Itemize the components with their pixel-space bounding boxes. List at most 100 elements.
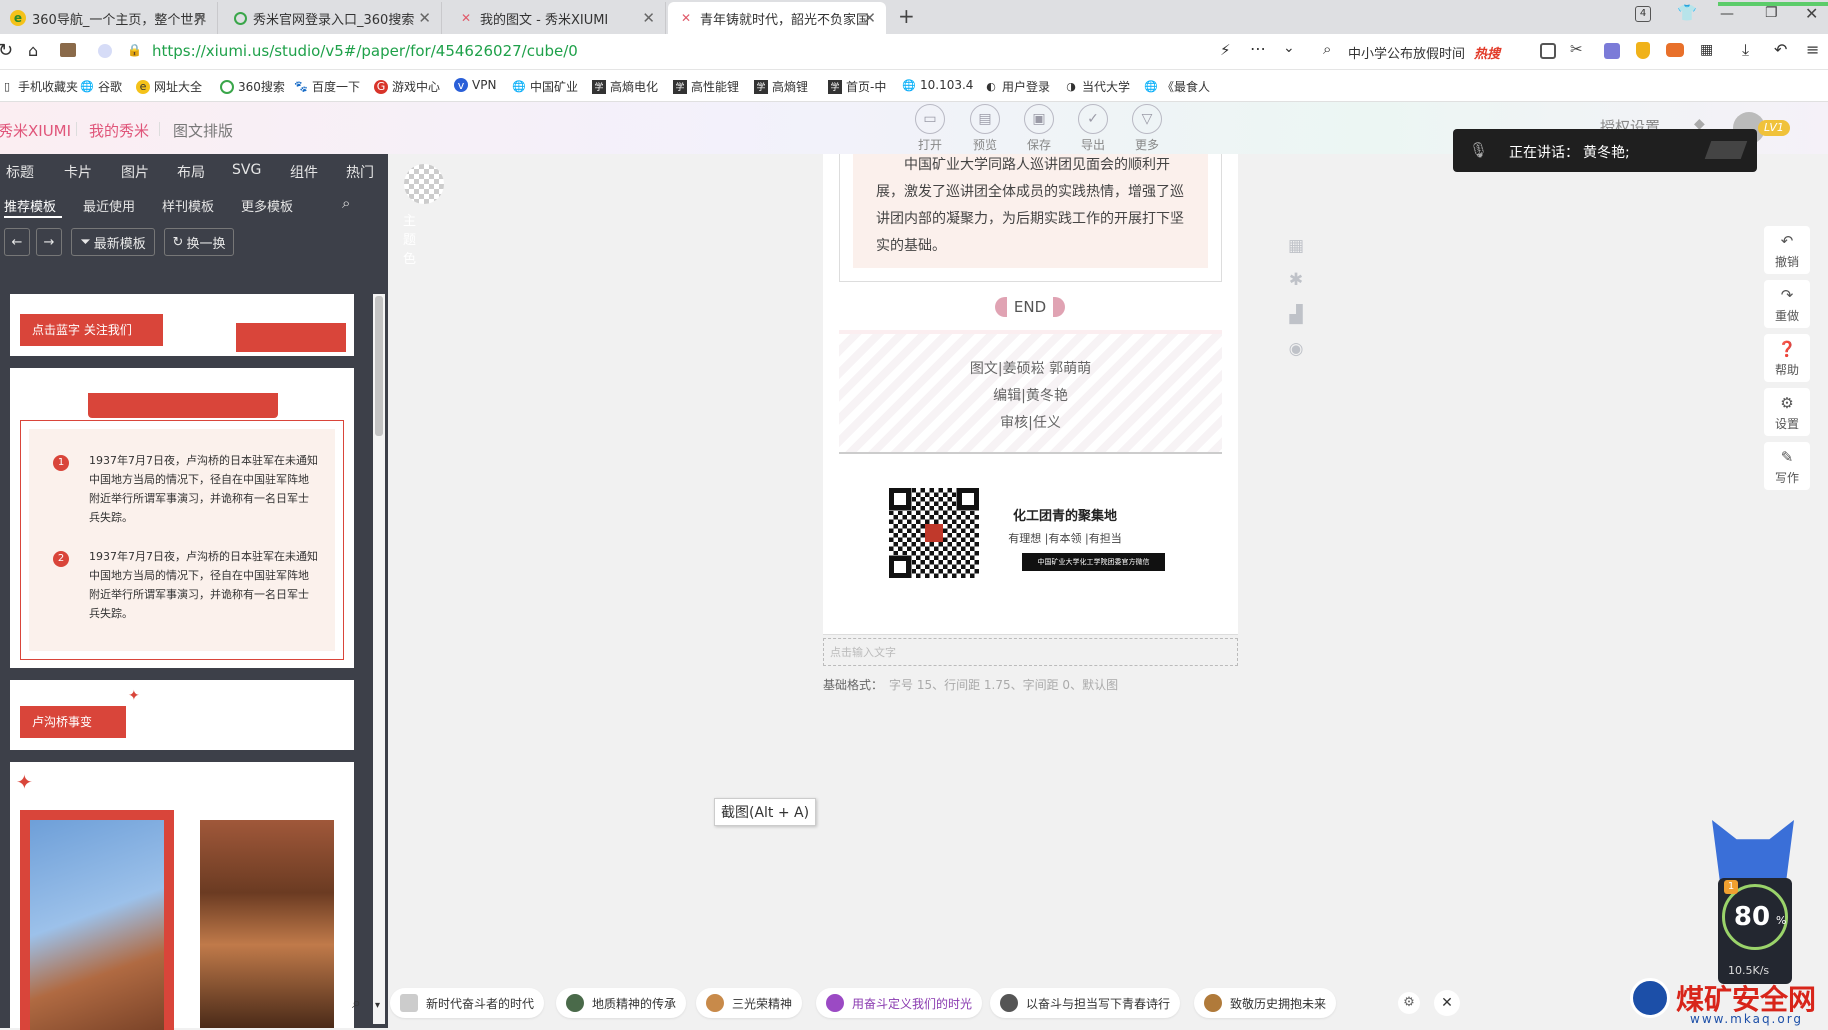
shirt-icon[interactable]: 👕 <box>1677 3 1697 22</box>
bar-chart-icon[interactable]: ▟ <box>1286 305 1306 325</box>
template-card-timeline[interactable]: 1 1937年7月7日夜，卢沟桥的日本驻军在未通知中国地方当局的情况下，径自在中… <box>10 368 354 668</box>
lightning-icon[interactable]: ⚡ <box>1220 41 1231 59</box>
preview-tool[interactable]: ▤ 预览 <box>963 104 1007 154</box>
bookmark-item[interactable]: 🌐 谷歌 <box>80 78 122 95</box>
browser-tab-1[interactable]: 秀米官网登录入口_360搜索 ✕ <box>224 2 442 34</box>
suggestion-chip[interactable]: 以奋斗与担当写下青春诗行 <box>990 988 1181 1018</box>
bookmark-item[interactable]: 🌐 《最食人 <box>1144 78 1210 95</box>
template-card-images[interactable]: ✦ <box>10 762 354 1030</box>
gear-icon[interactable]: ✱ <box>1286 270 1306 290</box>
suggestion-chip[interactable]: 三光荣精神 <box>696 988 803 1018</box>
category-layout[interactable]: 布局 <box>177 162 205 182</box>
close-tab-icon[interactable]: ✕ <box>642 9 655 27</box>
bookmark-item[interactable]: 学高性能锂 <box>673 78 739 95</box>
bookmark-item[interactable]: 学高熵电化 <box>592 78 658 95</box>
bookmark-item[interactable]: 🌐 中国矿业 <box>512 78 578 95</box>
reader-icon[interactable] <box>1540 43 1556 59</box>
bookmark-item[interactable]: G 游戏中心 <box>374 78 440 95</box>
eye-icon[interactable]: ◉ <box>1286 339 1306 359</box>
subtab-more[interactable]: 更多模板 <box>241 196 293 215</box>
wallet-icon[interactable] <box>60 43 76 57</box>
mascot-icon[interactable] <box>1712 820 1794 884</box>
category-component[interactable]: 组件 <box>290 162 318 182</box>
category-card[interactable]: 卡片 <box>64 162 92 182</box>
brand-logo[interactable]: 秀米XIUMI <box>0 120 71 141</box>
credit-line[interactable]: 审核|任义 <box>839 412 1222 432</box>
category-image[interactable]: 图片 <box>121 162 149 182</box>
minimize-icon[interactable]: — <box>1720 6 1734 22</box>
template-card-section[interactable]: 卢沟桥事变 ✦ <box>10 680 354 750</box>
nav-layout[interactable]: 图文排版 <box>173 120 233 141</box>
close-tab-icon[interactable]: ✕ <box>863 9 876 27</box>
subtab-recommended[interactable]: 推荐模板 <box>4 196 56 215</box>
apps-grid-icon[interactable]: ▦ <box>1700 42 1713 58</box>
new-tab-icon[interactable]: + <box>898 4 915 28</box>
bookmark-item[interactable]: e 网址大全 <box>136 78 202 95</box>
prev-button[interactable]: ← <box>4 228 30 256</box>
credit-line[interactable]: 编辑|黄冬艳 <box>839 385 1222 405</box>
browser-tab-2[interactable]: ✕ 我的图文 - 秀米XIUMI ✕ <box>448 2 666 34</box>
open-tool[interactable]: ▭ 打开 <box>908 104 952 154</box>
category-hot[interactable]: 热门 <box>346 162 374 182</box>
shield-icon[interactable] <box>1636 42 1650 59</box>
tab-count-badge[interactable]: 4 <box>1635 6 1651 22</box>
browser-tab-3[interactable]: ✕ 青年铸就时代，韶光不负家国 ✕ <box>668 2 886 34</box>
close-icon[interactable]: ✕ <box>1434 990 1460 1016</box>
article-paragraph[interactable]: 中国矿业大学同路人巡讲团见面会的顺利开展，激发了巡讲团全体成员的实践热情，增强了… <box>876 152 1192 260</box>
bookmark-item[interactable]: ◑ 当代大学 <box>1064 78 1130 95</box>
scrollbar-thumb[interactable] <box>375 296 383 436</box>
close-tab-icon[interactable]: ✕ <box>418 9 431 27</box>
text-input-area[interactable]: 点击输入文字 <box>823 638 1238 666</box>
theme-color-label[interactable]: 主题色 <box>403 210 416 267</box>
hot-search-label[interactable]: 热搜 <box>1474 43 1500 62</box>
latest-templates-button[interactable]: ⏷ 最新模板 <box>71 228 155 256</box>
subtab-sample[interactable]: 样刊模板 <box>162 196 214 215</box>
write-button[interactable]: ✎ 写作 <box>1764 442 1810 490</box>
category-svg[interactable]: SVG <box>232 162 261 178</box>
shuffle-button[interactable]: ↻ 换一换 <box>164 228 234 256</box>
suggestion-chip[interactable]: 新时代奋斗者的时代 <box>390 988 545 1018</box>
export-tool[interactable]: ✓ 导出 <box>1071 104 1115 154</box>
suggestion-chip[interactable]: 地质精神的传承 <box>556 988 687 1018</box>
game-icon[interactable] <box>1666 43 1684 57</box>
undo-button[interactable]: ↶ 撤销 <box>1764 226 1810 274</box>
bookmark-item[interactable]: ▯ 手机收藏夹 <box>0 78 78 95</box>
download-icon[interactable]: ⤓ <box>1742 40 1749 60</box>
home-icon[interactable]: ⌂ <box>28 41 38 60</box>
bookmark-item[interactable]: 🐾 百度一下 <box>294 78 360 95</box>
translate-icon[interactable] <box>1604 43 1620 59</box>
nav-my-xiumi[interactable]: 我的秀米 <box>89 120 149 141</box>
bookmark-item[interactable]: ◐ 用户登录 <box>984 78 1050 95</box>
theme-color-swatch[interactable] <box>404 164 444 204</box>
search-icon[interactable]: ⌕ <box>352 993 361 1013</box>
bookmark-item[interactable]: 🌐 10.103.4 <box>902 78 973 92</box>
more-dots-icon[interactable]: ⋯ <box>1250 39 1266 58</box>
close-window-icon[interactable]: ✕ <box>1805 4 1818 23</box>
bookmark-item[interactable]: v VPN <box>454 78 496 92</box>
search-hint[interactable]: 中小学公布放假时间 <box>1348 43 1465 62</box>
speed-widget[interactable]: 80 % 10.5K/s 1 <box>1718 878 1792 984</box>
save-tool[interactable]: ▣ 保存 <box>1017 104 1061 154</box>
chevron-down-icon[interactable]: ⌄ <box>1283 40 1295 56</box>
format-value[interactable]: 字号 15、行间距 1.75、字间距 0、默认图 <box>889 676 1118 693</box>
bookmark-item[interactable]: 学首页-中 <box>828 78 886 95</box>
site-info-icon[interactable] <box>98 44 112 58</box>
undo-icon[interactable]: ↶ <box>1774 40 1787 59</box>
restore-icon[interactable]: ❐ <box>1765 5 1778 21</box>
suggestion-chip[interactable]: 用奋斗定义我们的时光 <box>816 988 983 1018</box>
search-icon[interactable]: ⌕ <box>342 194 350 212</box>
bookmark-item[interactable]: 360搜索 <box>220 78 285 95</box>
subtab-recent[interactable]: 最近使用 <box>83 196 135 215</box>
template-card-follow[interactable]: 点击蓝字 关注我们 <box>10 294 354 356</box>
help-button[interactable]: ❓ 帮助 <box>1764 334 1810 382</box>
category-title[interactable]: 标题 <box>6 162 34 182</box>
suggestion-chip[interactable]: 致敬历史拥抱未来 <box>1194 988 1337 1018</box>
next-button[interactable]: → <box>36 228 62 256</box>
url-field[interactable]: https://xiumi.us/studio/v5#/paper/for/45… <box>152 42 1202 60</box>
credit-line[interactable]: 图文|姜硕崧 郭萌萌 <box>839 358 1222 378</box>
grid-icon[interactable]: ▦ <box>1286 236 1306 256</box>
chevron-down-icon[interactable]: ▾ <box>375 1000 380 1011</box>
more-tool[interactable]: ▽ 更多 <box>1125 104 1169 154</box>
browser-tab-0[interactable]: e 360导航_一个主页，整个世界 ✕ <box>0 2 218 34</box>
scissors-icon[interactable]: ✂ <box>1570 40 1583 58</box>
